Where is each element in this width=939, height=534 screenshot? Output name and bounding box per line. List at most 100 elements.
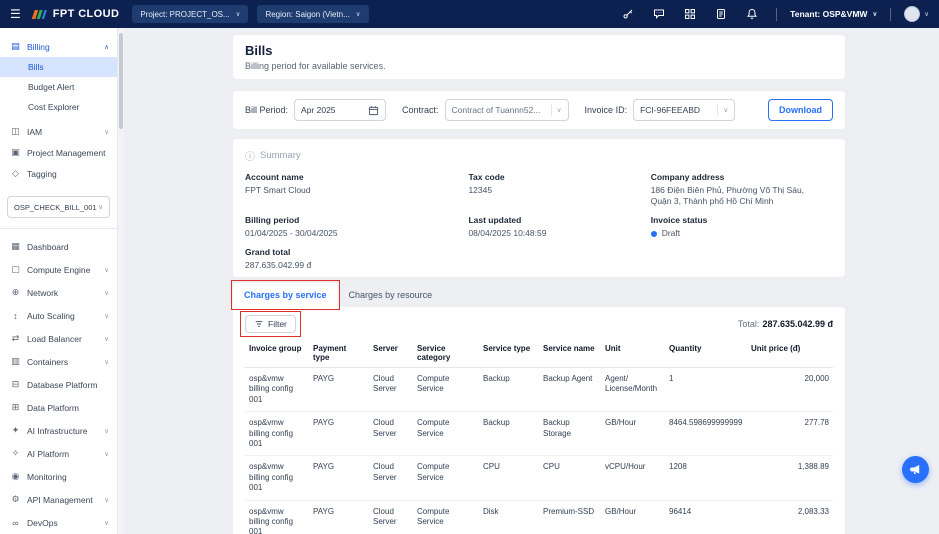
docs-button[interactable] [710,8,732,20]
ai-infrastructure-icon: ✦ [11,425,20,435]
apps-grid-icon [685,9,696,19]
cell-service-name: Premium-SSD [539,500,601,534]
notifications-button[interactable] [741,8,763,20]
charges-tabs: Charges by service Charges by resource [231,280,845,310]
cell-quantity: 96414 [665,500,747,534]
sidebar-item-database-platform[interactable]: ⊟ Database Platform [0,373,117,396]
chevron-down-icon: ∨ [355,11,361,18]
devops-icon: ∞ [12,517,19,528]
tenant-label: Tenant: OSP&VMW [790,9,868,19]
sidebar-item-bills[interactable]: Bills [0,57,117,77]
logo-text: FPT CLOUD [52,8,120,20]
sidebar-item-api-management[interactable]: ⚙ API Management ∨ [0,488,117,511]
download-button[interactable]: Download [768,99,833,121]
tab-charges-by-resource[interactable]: Charges by resource [338,283,444,307]
notification-bell-icon [747,8,758,19]
user-menu[interactable]: ∨ [904,6,929,22]
summary-card: ⓘ Summary Account name FPT Smart Cloud T… [233,139,845,277]
tagging-icon: ◇ [12,168,19,178]
sidebar-item-network[interactable]: ⊕ Network ∨ [0,281,117,304]
cell-server: Cloud Server [369,500,413,534]
charges-table-card: Filter Total: 287.635.042.99 đ Invoice gr… [233,307,845,534]
network-icon: ⊕ [11,287,20,297]
sidebar-item-label: Load Balancer [27,333,82,344]
sidebar-item-auto-scaling[interactable]: ↕ Auto Scaling ∨ [0,304,117,327]
sidebar-item-label: Database Platform [27,379,98,390]
hamburger-menu-icon[interactable]: ☰ [10,8,21,20]
invoice-id-value: FCI-96FEEABD [640,105,701,115]
summary-field-last-updated: Last updated 08/04/2025 10:48:59 [468,215,547,238]
fpt-cloud-logo[interactable]: FPT CLOUD [30,8,120,20]
sidebar: ▤ Billing ∧ Bills Budget Alert Cost Expl… [0,28,118,534]
project-selector[interactable]: Project: PROJECT_OS... ∨ [132,5,249,23]
chevron-down-icon: ∨ [235,11,241,18]
summary-field-grand-total: Grand total 287.635.042.99 đ [245,247,312,270]
sidebar-item-label: Containers [27,356,69,367]
sidebar-item-load-balancer[interactable]: ⇄ Load Balancer ∨ [0,327,117,350]
region-selector[interactable]: Region: Saigon (Vietn... ∨ [257,5,369,23]
table-row: osp&vmw billing config 001 PAYG Cloud Se… [245,455,833,501]
sidebar-item-ai-infrastructure[interactable]: ✦ AI Infrastructure ∨ [0,419,117,442]
select-divider [717,104,719,116]
status-badge: Draft [661,228,681,238]
table-row: osp&vmw billing config 001 PAYG Cloud Se… [245,367,833,413]
apps-button[interactable] [679,8,701,20]
cell-unit-price: 1,388.89 [747,455,833,501]
project-filter-select[interactable]: OSP_CHECK_BILL_001 ∨ [7,196,110,218]
cell-unit: Agent/ License/Month [601,367,665,413]
cell-service-category: Compute Service [413,367,479,413]
sidebar-item-compute-engine[interactable]: ▢ Compute Engine ∨ [0,258,117,281]
filter-icon [255,321,263,327]
sidebar-item-label: Billing [27,41,50,52]
cell-invoice-group: osp&vmw billing config 001 [245,455,309,501]
sidebar-item-budget-alert[interactable]: Budget Alert [0,77,117,97]
sidebar-item-dashboard[interactable]: ▦ Dashboard [0,235,117,258]
cell-payment-type: PAYG [309,500,369,534]
monitoring-icon: ◉ [11,471,20,481]
invoice-id-select[interactable]: FCI-96FEEABD ∨ [633,99,736,121]
sidebar-item-iam[interactable]: ◫ IAM ∨ [0,121,117,142]
feedback-fab-button[interactable] [902,456,929,483]
project-filter-value: OSP_CHECK_BILL_001 [14,202,97,212]
bill-period-input[interactable]: Apr 2025 [294,99,387,121]
cell-service-category: Compute Service [413,411,479,457]
sidebar-item-label: Cost Explorer [28,102,80,112]
contract-select[interactable]: Contract of Tuannn52... ∨ [444,99,569,121]
sidebar-item-project-management[interactable]: ▣ Project Management [0,142,117,163]
tools-button[interactable] [617,8,639,20]
containers-icon: ▥ [11,356,20,366]
cell-unit: GB/Hour [601,411,665,457]
filter-button-label: Filter [268,319,287,329]
cell-server: Cloud Server [369,367,413,413]
cell-unit-price: 277.78 [747,411,833,457]
sidebar-item-label: Auto Scaling [27,310,75,321]
sidebar-item-billing[interactable]: ▤ Billing ∧ [0,36,117,57]
feedback-button[interactable] [648,8,670,20]
tenant-selector[interactable]: Tenant: OSP&VMW ∨ [790,9,877,19]
column-header: Server [369,339,413,368]
cell-quantity: 1 [665,367,747,413]
chevron-down-icon: ∨ [104,519,109,527]
tab-charges-by-service[interactable]: Charges by service [231,280,340,310]
filter-button[interactable]: Filter [240,311,301,337]
cell-service-type: Backup [479,411,539,457]
sidebar-item-ai-platform[interactable]: ✧ AI Platform ∨ [0,442,117,465]
column-header: Unit price (đ) [747,339,833,368]
cell-service-name: Backup Agent [539,367,601,413]
sidebar-item-tagging[interactable]: ◇ Tagging [0,163,117,184]
cell-invoice-group: osp&vmw billing config 001 [245,411,309,457]
billing-icon: ▤ [11,41,20,51]
navbar-divider [890,7,892,21]
dashboard-icon: ▦ [11,241,20,251]
chevron-down-icon: ∨ [104,358,109,366]
sidebar-item-data-platform[interactable]: ⊞ Data Platform [0,396,117,419]
summary-field-tax-code: Tax code 12345 [468,172,505,195]
sidebar-item-monitoring[interactable]: ◉ Monitoring [0,465,117,488]
project-selector-label: Project: PROJECT_OS... [140,9,230,19]
sidebar-item-label: Data Platform [27,402,79,413]
sidebar-item-cost-explorer[interactable]: Cost Explorer [0,97,117,117]
ai-platform-icon: ✧ [11,448,20,458]
scrollbar-thumb[interactable] [119,33,123,129]
sidebar-item-containers[interactable]: ▥ Containers ∨ [0,350,117,373]
sidebar-item-devops[interactable]: ∞ DevOps ∨ [0,511,117,534]
